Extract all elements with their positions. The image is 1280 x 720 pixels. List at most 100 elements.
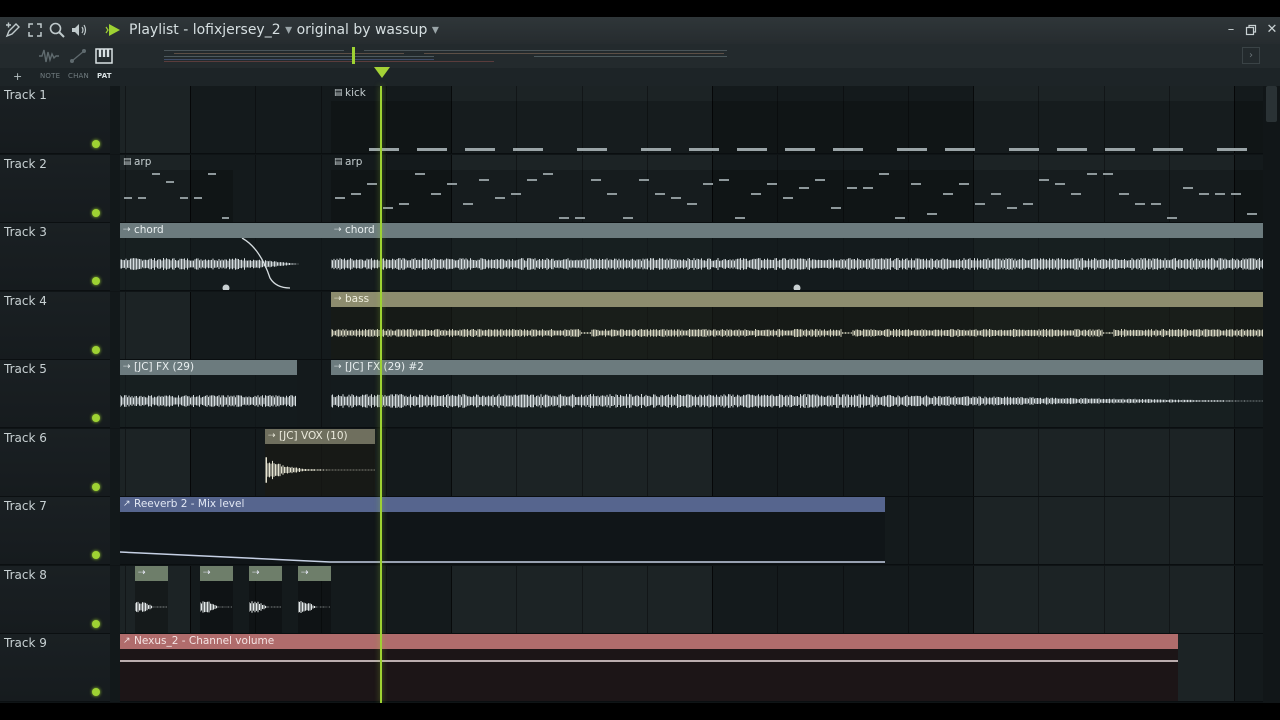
play-icon[interactable] xyxy=(105,21,123,39)
audio-clip-icon: ⇢ xyxy=(203,568,211,578)
track-name[interactable]: Track 8 xyxy=(4,568,47,582)
track-name[interactable]: Track 6 xyxy=(4,431,47,445)
automation-curve-icon[interactable] xyxy=(68,47,88,69)
audio-clip-chord[interactable]: ⇢ chord xyxy=(120,223,331,292)
automation-clip-nexus[interactable]: ↗ Nexus_2 - Channel volume xyxy=(120,634,1178,701)
track-header[interactable]: Track 5 xyxy=(0,360,110,428)
close-icon[interactable]: ✕ xyxy=(1264,21,1280,39)
arp-notes xyxy=(335,173,1257,219)
track-header[interactable]: Track 2 xyxy=(0,155,110,223)
beat-line xyxy=(255,155,256,222)
track-header[interactable]: Track 4 xyxy=(0,292,110,360)
select-tool-icon[interactable] xyxy=(26,21,44,39)
audio-clip-fx[interactable]: ⇢ [JC] FX (29) #2 xyxy=(331,360,1263,427)
audio-clip-vox[interactable]: ⇢ [JC] VOX (10) xyxy=(265,429,375,496)
audio-clip-oneshot[interactable]: ⇢ xyxy=(249,566,282,633)
bar-line xyxy=(451,429,452,496)
track-header[interactable]: Track 6 xyxy=(0,429,110,497)
pattern-note xyxy=(785,148,815,151)
playlist-overview-scroller[interactable] xyxy=(164,47,727,64)
track-enable-led[interactable] xyxy=(92,209,100,217)
track-name[interactable]: Track 3 xyxy=(4,225,47,239)
clip-header[interactable]: ⇢ [JC] VOX (10) xyxy=(265,429,375,444)
timeline-ruler[interactable]: 10111213 xyxy=(0,68,1280,150)
track-lane[interactable]: ↗ Nexus_2 - Channel volume xyxy=(120,634,1263,702)
track-lane[interactable]: ⇢ [JC] FX (29) ⇢ [JC] FX (29) #2 xyxy=(120,360,1263,428)
pat-option[interactable]: PAT xyxy=(97,72,112,80)
clip-header[interactable]: ⇢ [JC] FX (29) #2 xyxy=(331,360,1263,375)
audio-clip-chord[interactable]: ⇢ chord xyxy=(331,223,1263,292)
clip-header[interactable]: ↗ Nexus_2 - Channel volume xyxy=(120,634,1178,649)
track-lane[interactable]: ▤ arp ▤ arp xyxy=(120,155,1263,223)
clip-header[interactable]: ⇢ xyxy=(249,566,282,581)
track-enable-led[interactable] xyxy=(92,414,100,422)
track-header[interactable]: Track 3 xyxy=(0,223,110,291)
automation-clip-reverb[interactable]: ↗ Reeverb 2 - Mix level xyxy=(120,497,885,564)
audio-clip-oneshot[interactable]: ⇢ xyxy=(298,566,331,633)
track-name[interactable]: Track 5 xyxy=(4,362,47,376)
clip-header[interactable]: ⇢ [JC] FX (29) xyxy=(120,360,297,375)
clip-header[interactable]: ↗ Reeverb 2 - Mix level xyxy=(120,497,885,512)
volume-handle[interactable] xyxy=(793,284,801,292)
piano-keys-icon[interactable] xyxy=(95,47,113,69)
pattern-clip-kick[interactable]: ▤ kick xyxy=(331,86,1263,153)
clip-header[interactable]: ▤ arp xyxy=(120,155,233,170)
clip-header[interactable]: ⇢ xyxy=(200,566,233,581)
track-name[interactable]: Track 1 xyxy=(4,88,47,102)
draw-tool-icon[interactable] xyxy=(4,21,22,39)
restore-icon[interactable] xyxy=(1243,21,1259,39)
clip-header[interactable]: ⇢ xyxy=(135,566,168,581)
track-lane[interactable]: ⇢ [JC] VOX (10) xyxy=(120,429,1263,497)
track-enable-led[interactable] xyxy=(92,620,100,628)
overview-scroll-right-button[interactable]: › xyxy=(1242,47,1260,64)
track-name[interactable]: Track 7 xyxy=(4,499,47,513)
clip-header[interactable]: ⇢ xyxy=(298,566,331,581)
clip-header[interactable]: ⇢ bass xyxy=(331,292,1263,307)
audio-clip-fx[interactable]: ⇢ [JC] FX (29) xyxy=(120,360,297,427)
automation-line[interactable] xyxy=(120,551,885,563)
track-name[interactable]: Track 2 xyxy=(4,157,47,171)
clip-header[interactable]: ▤ kick xyxy=(331,86,1263,101)
track-lane[interactable]: ↗ Reeverb 2 - Mix level xyxy=(120,497,1263,565)
pattern-clip-arp[interactable]: ▤ arp xyxy=(331,155,1263,222)
track-header[interactable]: Track 7 xyxy=(0,497,110,565)
track-lane[interactable]: ⇢ ⇢ ⇢ ⇢ xyxy=(120,566,1263,634)
track-enable-led[interactable] xyxy=(92,277,100,285)
add-track-button[interactable]: + xyxy=(13,70,22,83)
clip-header[interactable]: ⇢ chord xyxy=(331,223,1263,238)
track-name[interactable]: Track 4 xyxy=(4,294,47,308)
pattern-clip-arp[interactable]: ▤ arp xyxy=(120,155,233,222)
beat-line xyxy=(255,429,256,496)
track-lane[interactable]: ⇢ bass xyxy=(120,292,1263,360)
volume-handle[interactable] xyxy=(222,284,230,292)
waveform-icon[interactable] xyxy=(38,47,60,69)
track-header[interactable]: Track 8 xyxy=(0,566,110,634)
clip-header[interactable]: ▤ arp xyxy=(331,155,1263,170)
track-enable-led[interactable] xyxy=(92,551,100,559)
note-option[interactable]: NOTE xyxy=(40,72,60,80)
vertical-scroll-thumb[interactable] xyxy=(1266,86,1277,122)
track-enable-led[interactable] xyxy=(92,140,100,148)
track-enable-led[interactable] xyxy=(92,483,100,491)
chan-option[interactable]: CHAN xyxy=(68,72,89,80)
track-lane[interactable]: ▤ kick xyxy=(120,86,1263,154)
track-lane[interactable]: ⇢ chord ⇢ chord xyxy=(120,223,1263,291)
speaker-icon[interactable] xyxy=(70,21,88,39)
title-dropdown-icon[interactable]: ▾ xyxy=(285,22,296,38)
pattern-note xyxy=(847,187,857,189)
subtitle-dropdown-icon[interactable]: ▾ xyxy=(432,22,439,38)
audio-clip-oneshot[interactable]: ⇢ xyxy=(200,566,233,633)
track-header[interactable]: Track 9 xyxy=(0,634,110,702)
track-enable-led[interactable] xyxy=(92,688,100,696)
vertical-scrollbar[interactable] xyxy=(1263,86,1280,703)
track-enable-led[interactable] xyxy=(92,346,100,354)
zoom-tool-icon[interactable] xyxy=(48,21,66,39)
audio-clip-bass[interactable]: ⇢ bass xyxy=(331,292,1263,359)
clip-header[interactable]: ⇢ chord xyxy=(120,223,331,238)
playhead-marker[interactable] xyxy=(374,67,390,78)
audio-clip-oneshot[interactable]: ⇢ xyxy=(135,566,168,633)
overview-track-line xyxy=(424,53,724,54)
track-header[interactable]: Track 1 xyxy=(0,86,110,154)
track-name[interactable]: Track 9 xyxy=(4,636,47,650)
minimize-icon[interactable]: – xyxy=(1223,21,1239,39)
